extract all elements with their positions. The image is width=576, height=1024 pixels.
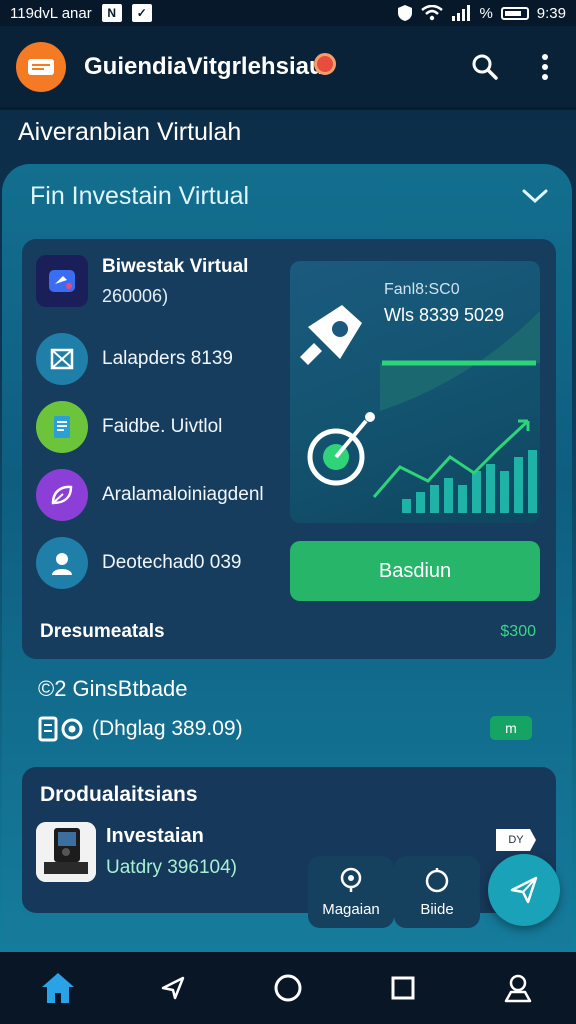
list-item[interactable]: Faidbe. Uivtlol: [36, 401, 222, 453]
list-item[interactable]: Deotechad0 039: [36, 537, 241, 589]
investment-card: Fin Investain Virtual Biwestak Virtual 2…: [2, 164, 572, 954]
gins-row[interactable]: ©2 GinsBtbade: [38, 676, 188, 702]
chart-bar: [486, 464, 495, 513]
section-heading: Aiveranbian Virtulah: [18, 118, 242, 146]
circle-icon: [425, 867, 449, 892]
more-options-button[interactable]: [530, 52, 560, 82]
growth-chart: Fanl8:SC0 Wls 8339 5029: [290, 261, 540, 523]
chevron-down-icon[interactable]: [520, 186, 550, 206]
media-icon: [38, 716, 83, 742]
chip-label: Magaian: [322, 900, 380, 918]
chart-bar: [444, 478, 453, 513]
battery-icon: [500, 6, 529, 20]
back-triangle-icon: [161, 976, 185, 1000]
app-title: GuiendiaVitgrlehsiaui: [84, 52, 337, 81]
notification-dot-icon: [314, 52, 337, 75]
leaf-icon: [36, 469, 88, 521]
nav-home-circle-button[interactable]: [258, 958, 318, 1018]
square-icon: [391, 976, 415, 1000]
status-left-text: 119dvL anar: [10, 4, 92, 22]
chart-bar: [472, 471, 481, 513]
more-vertical-icon: [542, 53, 548, 80]
list-item[interactable]: Biwestak Virtual 260006): [36, 255, 248, 307]
status-time: 9:39: [536, 4, 566, 22]
dhglag-text: (Dhglag 389.09): [92, 717, 243, 740]
panel-footer-amount: $300: [500, 623, 536, 640]
nav-back-button[interactable]: [143, 958, 203, 1018]
bottom-panel-title: Drodualaitsians: [40, 783, 198, 806]
list-item-label: Aralamaloiniagdenl: [102, 484, 264, 505]
chart-label: Fanl8:SC0: [384, 281, 460, 298]
investment-thumbnail: [36, 822, 96, 882]
chart-target-icon: [307, 412, 375, 486]
list-item-title: Biwestak Virtual: [102, 255, 249, 277]
dhglag-row[interactable]: (Dhglag 389.09): [38, 716, 243, 742]
document-icon: [36, 333, 88, 385]
system-nav-bar: [0, 952, 576, 1024]
app-screen: 119dvL anar N ✓ % 9:39 GuiendiaVitgrlehs…: [0, 0, 576, 1024]
list-item-label: Lalapders 8139: [102, 348, 233, 369]
chip-label: Biide: [420, 900, 454, 918]
chart-bar: [416, 492, 425, 513]
list-item[interactable]: Aralamaloiniagdenl: [36, 469, 264, 521]
magaian-chip[interactable]: Magaian: [308, 856, 394, 928]
chart-bar: [528, 450, 537, 513]
chart-rocket-icon: [300, 305, 362, 365]
primary-action-button[interactable]: Basdiun: [290, 541, 540, 601]
chart-bar: [402, 499, 411, 513]
nav-home-button[interactable]: [28, 958, 88, 1018]
list-item-label: Faidbe. Uivtlol: [102, 416, 223, 437]
notification-check-icon: ✓: [131, 4, 152, 22]
chart-bar: [458, 485, 467, 513]
nav-recents-button[interactable]: [373, 958, 433, 1018]
search-icon: [472, 54, 498, 80]
notification-n-icon: N: [101, 4, 122, 22]
chart-bar: [430, 485, 439, 513]
chart-bar: [514, 457, 523, 513]
user-pin-icon: [505, 974, 532, 1003]
home-icon: [41, 973, 74, 1003]
signal-percent-text: %: [479, 4, 493, 22]
biide-chip[interactable]: Biide: [394, 856, 480, 928]
search-button[interactable]: [470, 52, 500, 82]
summary-panel: Biwestak Virtual 260006) Lalapders 8139 …: [22, 239, 556, 659]
send-fab-button[interactable]: [488, 854, 560, 926]
app-logo-icon[interactable]: [16, 41, 66, 92]
card-header: Fin Investain Virtual: [30, 182, 250, 210]
status-bar: 119dvL anar N ✓ % 9:39: [0, 0, 576, 26]
list-item-subtitle: 260006): [102, 285, 169, 306]
location-pin-icon: [340, 867, 362, 892]
gamepad-icon: [36, 255, 88, 307]
app-bar: GuiendiaVitgrlehsiaui: [0, 26, 576, 110]
investment-subtitle: Uatdry 396104): [106, 857, 237, 878]
signal-icon: [452, 5, 471, 21]
send-icon: [510, 876, 538, 904]
nav-profile-button[interactable]: [488, 958, 548, 1018]
list-item[interactable]: Lalapders 8139: [36, 333, 233, 385]
chart-value: Wls 8339 5029: [384, 305, 505, 325]
list-item-label: Deotechad0 039: [102, 552, 242, 573]
wifi-icon: [421, 5, 444, 21]
circle-icon: [274, 974, 302, 1002]
panel-footer-label: Dresumeatals: [40, 621, 165, 642]
shield-icon: [398, 5, 413, 21]
notes-icon: [36, 401, 88, 453]
chart-bar: [500, 471, 509, 513]
user-icon: [36, 537, 88, 589]
tag-label: DY: [496, 829, 536, 851]
investment-title[interactable]: Investaian: [106, 825, 204, 848]
status-badge: m: [490, 716, 532, 740]
